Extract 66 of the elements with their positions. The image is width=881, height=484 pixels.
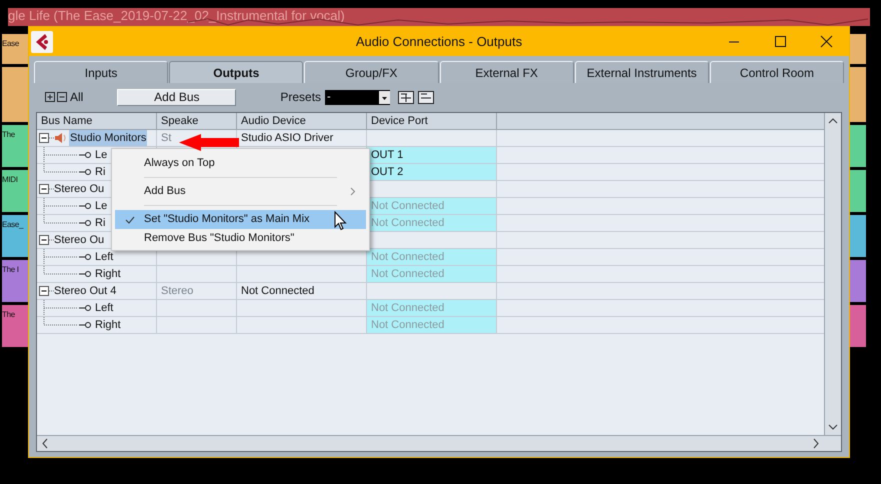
presets-label: Presets bbox=[280, 89, 322, 106]
tab[interactable]: Group/FX bbox=[304, 61, 439, 83]
clip-label: Ease bbox=[2, 38, 20, 50]
collapse-icon[interactable] bbox=[39, 184, 54, 194]
collapse-all-icon[interactable] bbox=[57, 92, 67, 102]
track-title: gle Life (The Ease_2019-07-22_02_Instrumental for vocal) bbox=[8, 8, 345, 25]
track-clip bbox=[850, 34, 866, 64]
column-header[interactable]: Bus Name bbox=[37, 113, 157, 129]
speaker-icon bbox=[54, 132, 68, 144]
clip-label: Ease_ bbox=[2, 219, 24, 231]
bus-name[interactable]: Stereo Out 4 bbox=[54, 283, 116, 299]
channel-name: Le bbox=[95, 199, 108, 214]
clip-label: The bbox=[2, 309, 16, 321]
vertical-scrollbar[interactable] bbox=[824, 113, 841, 435]
tab[interactable]: Control Room bbox=[710, 61, 844, 83]
bus-name[interactable]: Stereo Ou bbox=[54, 232, 104, 248]
column-header[interactable]: Device Port bbox=[367, 113, 497, 129]
tab[interactable]: External FX bbox=[440, 61, 574, 83]
track-clip bbox=[850, 260, 866, 302]
channel-name: Ri bbox=[95, 165, 106, 180]
collapse-icon[interactable] bbox=[39, 133, 54, 143]
tab[interactable]: Inputs bbox=[34, 61, 168, 83]
track-clip bbox=[850, 67, 866, 122]
track-clip bbox=[850, 170, 866, 212]
chevron-right-icon bbox=[350, 187, 356, 196]
clip-label: The bbox=[2, 129, 16, 141]
track-clip bbox=[850, 125, 866, 167]
save-preset-icon[interactable] bbox=[398, 90, 414, 104]
audio-device: Studio ASIO Driver bbox=[241, 131, 334, 146]
mouse-cursor-icon bbox=[334, 211, 347, 231]
collapse-icon[interactable] bbox=[39, 286, 54, 296]
channel-name: Right bbox=[95, 318, 121, 333]
track-clip bbox=[850, 215, 866, 257]
channel-name: Left bbox=[95, 301, 114, 316]
bus-name[interactable]: Studio Monitors bbox=[69, 130, 148, 146]
channel-name: Le bbox=[95, 148, 108, 163]
bus-name[interactable]: Stereo Ou bbox=[54, 181, 104, 197]
caret-icon bbox=[379, 90, 390, 104]
column-header[interactable]: Audio Device bbox=[237, 113, 367, 129]
channel-name: Left bbox=[95, 250, 114, 265]
all-label: All bbox=[70, 89, 84, 106]
speaker-type: Stereo bbox=[161, 284, 194, 299]
menu-item[interactable]: Add Bus bbox=[115, 182, 366, 201]
checkmark-icon bbox=[124, 216, 134, 224]
channel-name: Right bbox=[95, 267, 121, 282]
menu-item[interactable]: Set "Studio Monitors" as Main Mix bbox=[115, 210, 366, 229]
track-clip bbox=[850, 305, 866, 347]
speaker-type: St bbox=[161, 131, 172, 146]
clip-label: MIDI bbox=[2, 174, 19, 186]
tab[interactable]: External Instruments bbox=[574, 61, 709, 83]
audio-device: Not Connected bbox=[241, 284, 314, 299]
remove-preset-icon[interactable] bbox=[418, 90, 434, 104]
menu-item[interactable]: Always on Top bbox=[115, 154, 366, 173]
callout-arrow-icon bbox=[179, 134, 239, 151]
app-logo-icon bbox=[31, 30, 53, 52]
channel-name: Ri bbox=[95, 216, 106, 231]
clip-label: The I bbox=[2, 264, 20, 276]
presets-dropdown[interactable]: - bbox=[325, 90, 390, 104]
horizontal-scrollbar[interactable] bbox=[37, 435, 841, 451]
window-title: Audio Connections - Outputs bbox=[354, 32, 524, 51]
column-header[interactable]: Speake bbox=[157, 113, 237, 129]
tab[interactable]: Outputs bbox=[169, 61, 304, 83]
expand-all-icon[interactable] bbox=[45, 92, 55, 102]
collapse-icon[interactable] bbox=[39, 235, 54, 245]
menu-item[interactable]: Remove Bus "Studio Monitors" bbox=[115, 229, 366, 248]
add-bus-button[interactable]: Add Bus bbox=[117, 88, 236, 106]
